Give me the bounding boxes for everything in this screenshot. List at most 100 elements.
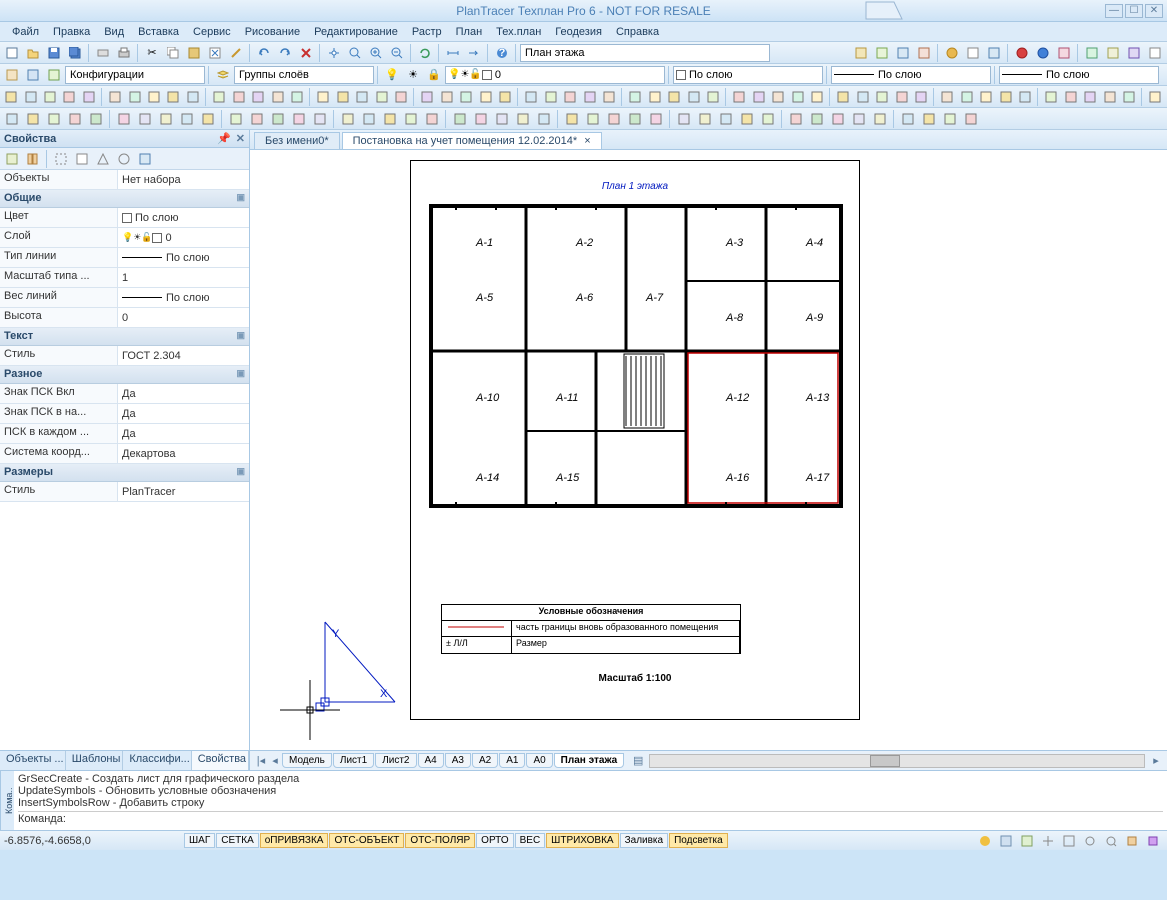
- tb3-btn-40[interactable]: [834, 88, 852, 106]
- layer-lock-icon[interactable]: 🔒: [424, 66, 444, 84]
- prop-tb-6[interactable]: [114, 150, 134, 168]
- zoom-window-icon[interactable]: [345, 44, 365, 62]
- tb4-btn-21[interactable]: [471, 110, 491, 128]
- prop-tb-2[interactable]: [23, 150, 43, 168]
- status-icon-8[interactable]: [1122, 832, 1142, 850]
- h-scrollbar[interactable]: [649, 754, 1145, 768]
- menu-Справка[interactable]: Справка: [610, 24, 665, 40]
- status-toggle-ШТРИХОВКА[interactable]: ШТРИХОВКА: [546, 833, 618, 848]
- tb3-btn-21[interactable]: [437, 88, 455, 106]
- tb4-btn-16[interactable]: [359, 110, 379, 128]
- status-icon-5[interactable]: [1059, 832, 1079, 850]
- tb3-btn-1[interactable]: [21, 88, 39, 106]
- tb3-btn-22[interactable]: [457, 88, 475, 106]
- tb3-btn-52[interactable]: [1081, 88, 1099, 106]
- doc-tab[interactable]: Без имени0*: [254, 132, 340, 149]
- tb4-btn-27[interactable]: [604, 110, 624, 128]
- tb3-btn-20[interactable]: [418, 88, 436, 106]
- tb3-btn-45[interactable]: [938, 88, 956, 106]
- tb1-extra-12[interactable]: [1103, 44, 1123, 62]
- tb3-btn-49[interactable]: [1016, 88, 1034, 106]
- status-toggle-оПРИВЯЗКА[interactable]: оПРИВЯЗКА: [260, 833, 329, 848]
- tb4-btn-23[interactable]: [513, 110, 533, 128]
- prop-section[interactable]: Размеры: [0, 464, 249, 482]
- tb3-btn-38[interactable]: [788, 88, 806, 106]
- tb3-btn-4[interactable]: [80, 88, 98, 106]
- tb4-btn-11[interactable]: [247, 110, 267, 128]
- tb4-btn-10[interactable]: [226, 110, 246, 128]
- match-icon[interactable]: [226, 44, 246, 62]
- cut-icon[interactable]: ✂: [142, 44, 162, 62]
- layout-scroll-right[interactable]: ▸: [1149, 754, 1163, 767]
- doc-tab[interactable]: Постановка на учет помещения 12.02.2014*…: [342, 132, 602, 149]
- tb4-btn-17[interactable]: [380, 110, 400, 128]
- tb1-extra-11[interactable]: [1082, 44, 1102, 62]
- regen-icon[interactable]: [415, 44, 435, 62]
- tb3-btn-55[interactable]: [1146, 88, 1164, 106]
- tb4-btn-1[interactable]: [23, 110, 43, 128]
- tb3-btn-37[interactable]: [769, 88, 787, 106]
- lineweight-combo[interactable]: По слою: [999, 66, 1159, 84]
- tb4-btn-18[interactable]: [401, 110, 421, 128]
- tb4-btn-36[interactable]: [807, 110, 827, 128]
- config-icon-2[interactable]: [23, 66, 43, 84]
- tb4-btn-26[interactable]: [583, 110, 603, 128]
- color-combo[interactable]: По слою: [673, 66, 823, 84]
- redo-icon[interactable]: [275, 44, 295, 62]
- tb4-btn-12[interactable]: [268, 110, 288, 128]
- zoom-in-icon[interactable]: [366, 44, 386, 62]
- tb3-btn-39[interactable]: [808, 88, 826, 106]
- status-icon-4[interactable]: [1038, 832, 1058, 850]
- tb3-btn-33[interactable]: [684, 88, 702, 106]
- layer-bulb-icon[interactable]: 💡: [382, 66, 402, 84]
- tb4-btn-42[interactable]: [940, 110, 960, 128]
- status-toggle-ОТС-ПОЛЯР[interactable]: ОТС-ПОЛЯР: [405, 833, 475, 848]
- tb3-btn-32[interactable]: [665, 88, 683, 106]
- tb3-btn-16[interactable]: [333, 88, 351, 106]
- status-icon-1[interactable]: [975, 832, 995, 850]
- tb3-btn-46[interactable]: [958, 88, 976, 106]
- status-toggle-ШАГ[interactable]: ШАГ: [184, 833, 215, 848]
- menu-Сервис[interactable]: Сервис: [187, 24, 237, 40]
- close-button[interactable]: ✕: [1145, 4, 1163, 18]
- tb3-btn-12[interactable]: [249, 88, 267, 106]
- layer-groups-input[interactable]: [234, 66, 374, 84]
- tb3-btn-19[interactable]: [392, 88, 410, 106]
- tb3-btn-42[interactable]: [873, 88, 891, 106]
- layout-tab[interactable]: Модель: [282, 753, 332, 768]
- prop-tb-4[interactable]: [72, 150, 92, 168]
- tb4-btn-13[interactable]: [289, 110, 309, 128]
- status-toggle-Подсветка[interactable]: Подсветка: [669, 833, 728, 848]
- tb3-btn-17[interactable]: [353, 88, 371, 106]
- tb4-btn-20[interactable]: [450, 110, 470, 128]
- tb4-btn-24[interactable]: [534, 110, 554, 128]
- tb4-btn-39[interactable]: [870, 110, 890, 128]
- tb1-extra-10[interactable]: [1054, 44, 1074, 62]
- prop-tb-5[interactable]: [93, 150, 113, 168]
- status-icon-9[interactable]: [1143, 832, 1163, 850]
- tb4-btn-22[interactable]: [492, 110, 512, 128]
- layout-first[interactable]: |◂: [254, 754, 268, 767]
- config-icon-1[interactable]: [2, 66, 22, 84]
- layer-sun-icon[interactable]: ☀: [403, 66, 423, 84]
- paste-icon[interactable]: [184, 44, 204, 62]
- tb3-btn-10[interactable]: [210, 88, 228, 106]
- tb3-btn-50[interactable]: [1042, 88, 1060, 106]
- pan-icon[interactable]: [324, 44, 344, 62]
- drawing-canvas[interactable]: План 1 этажа: [250, 150, 1167, 750]
- menu-Редактирование[interactable]: Редактирование: [308, 24, 404, 40]
- prop-section[interactable]: Разное: [0, 366, 249, 384]
- menu-Вид[interactable]: Вид: [98, 24, 130, 40]
- save-icon[interactable]: [44, 44, 64, 62]
- status-icon-7[interactable]: [1101, 832, 1121, 850]
- menu-Растр[interactable]: Растр: [406, 24, 448, 40]
- tb3-btn-7[interactable]: [145, 88, 163, 106]
- tb3-btn-28[interactable]: [580, 88, 598, 106]
- tb3-btn-6[interactable]: [125, 88, 143, 106]
- tb3-btn-48[interactable]: [996, 88, 1014, 106]
- tb4-btn-0[interactable]: [2, 110, 22, 128]
- tb1-extra-5[interactable]: [942, 44, 962, 62]
- plan-name-input[interactable]: [520, 44, 770, 62]
- panel-tab[interactable]: Свойства: [192, 751, 249, 770]
- tb3-btn-14[interactable]: [288, 88, 306, 106]
